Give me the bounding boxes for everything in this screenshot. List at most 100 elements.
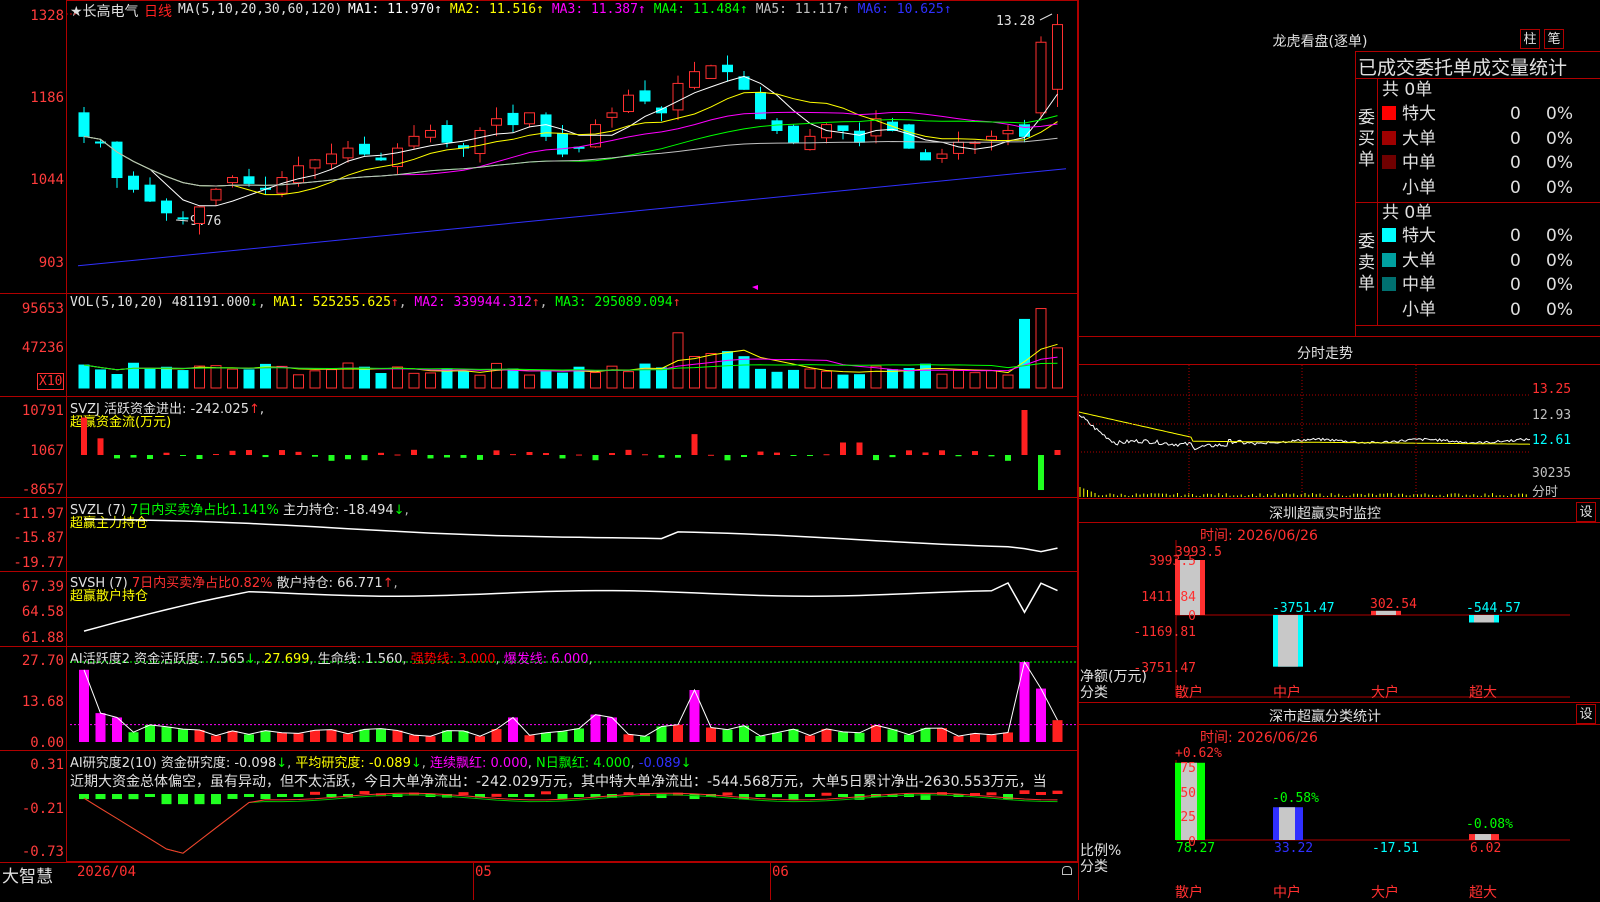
candle-body: [425, 129, 436, 138]
money-flow-bar: [378, 452, 384, 455]
order-pct: 0%: [1546, 250, 1573, 271]
candle-body: [738, 76, 750, 90]
volume-bar: [788, 369, 799, 389]
research-bar: [128, 794, 139, 800]
volume-bar: [986, 370, 997, 389]
order-color-swatch: [1382, 252, 1396, 267]
volume-bar: [804, 368, 816, 389]
activity-bar: [409, 735, 419, 742]
class-y-tick: 50: [1180, 786, 1196, 801]
candle-body: [903, 124, 915, 149]
bar-mode-button[interactable]: 柱: [1520, 29, 1540, 49]
order-count: 0: [1510, 153, 1521, 173]
research-bar: [227, 794, 238, 799]
research-bar: [310, 791, 320, 795]
activity-bar: [244, 734, 254, 742]
money-flow-bar: [147, 455, 153, 459]
candle-body: [837, 125, 849, 131]
volume-bar: [639, 363, 651, 389]
category-label: 中户: [1273, 885, 1301, 901]
category-label: 超大: [1469, 885, 1497, 901]
volume-bar: [524, 374, 535, 389]
money-flow-bar: [1005, 455, 1011, 461]
money-flow-bar: [427, 455, 434, 459]
bar-value-label: -3751.47: [1272, 601, 1335, 616]
sell-orders-label: 委卖单: [1358, 232, 1375, 294]
candle-body: [128, 175, 139, 190]
order-color-swatch: [1382, 228, 1396, 242]
activity-bar: [310, 730, 320, 742]
volume-bar: [1052, 347, 1063, 389]
order-count: 0: [1510, 275, 1521, 295]
order-type: 特大: [1402, 104, 1436, 124]
volume-bar: [540, 370, 552, 389]
sz-class-settings-button[interactable]: 设: [1576, 704, 1596, 724]
activity-bar: [640, 736, 650, 742]
money-flow-bar: [774, 452, 780, 455]
research-bar: [112, 794, 122, 800]
order-color-swatch: [1382, 179, 1396, 194]
money-flow-bar: [114, 455, 120, 459]
volume-bar: [771, 371, 783, 389]
money-flow-bar: [576, 454, 582, 456]
activity-bar: [887, 729, 898, 742]
money-flow-bar: [411, 449, 417, 455]
money-flow-bar: [213, 454, 219, 456]
order-color-swatch: [1382, 155, 1396, 169]
activity-bar: [772, 732, 782, 742]
order-row: 小单 0 0%: [1382, 298, 1598, 322]
category-label: 散户: [1175, 685, 1203, 701]
money-flow-bar: [889, 455, 896, 458]
volume-bar: [722, 351, 733, 389]
research-line: [83, 792, 1058, 854]
pct-label: +0.62%: [1175, 746, 1222, 761]
activity-bar: [128, 732, 139, 742]
order-count: 0: [1510, 177, 1521, 198]
research-bar: [986, 792, 997, 796]
main-holding-line: [83, 518, 1058, 553]
dragon-tiger-title: 龙虎看盘(逐单): [1272, 34, 1368, 50]
candle-body: [507, 112, 519, 126]
order-row: 大单 0 0%: [1382, 127, 1598, 151]
sz-monitor-settings-button[interactable]: 设: [1576, 502, 1596, 522]
volume-bar: [375, 373, 387, 389]
volume-bar: [276, 365, 288, 389]
order-pct: 0%: [1546, 153, 1573, 173]
volume-bar: [854, 374, 865, 389]
order-row: 中单 0 0%: [1382, 151, 1598, 175]
research-bar: [359, 791, 370, 795]
candle-body: [326, 153, 337, 165]
research-bar: [161, 794, 172, 805]
research-bar: [95, 794, 106, 800]
candle-body: [78, 112, 90, 137]
research-bar: [277, 794, 287, 797]
volume-bar: [870, 365, 882, 389]
order-color-swatch: [1382, 277, 1396, 291]
volume-bar: [441, 368, 453, 389]
activity-bar: [788, 729, 799, 742]
class-value-label: 6.02: [1470, 841, 1502, 856]
activity-bar: [590, 714, 601, 742]
research-bar: [788, 794, 799, 801]
class-value-label: -17.51: [1372, 841, 1419, 856]
class-x-title: 分类: [1080, 859, 1108, 875]
volume-bar: [95, 369, 106, 389]
volume-bar: [920, 363, 931, 389]
volume-bar: [491, 362, 502, 389]
research-bar: [541, 791, 551, 795]
tick-mode-button[interactable]: 笔: [1544, 29, 1564, 49]
volume-bar: [755, 368, 766, 389]
volume-bar: [243, 369, 255, 389]
activity-bar: [623, 734, 634, 742]
volume-bar: [887, 369, 898, 389]
volume-bar: [689, 355, 700, 389]
money-flow-bar: [180, 455, 186, 456]
money-flow-bar: [922, 452, 929, 455]
activity-bar: [541, 732, 551, 742]
category-label: 超大: [1469, 685, 1497, 701]
money-flow-bar: [658, 455, 665, 458]
money-flow-bar: [279, 450, 285, 455]
volume-bar: [326, 369, 337, 389]
candle-body: [854, 130, 865, 143]
class-y-tick: 25: [1180, 810, 1196, 825]
